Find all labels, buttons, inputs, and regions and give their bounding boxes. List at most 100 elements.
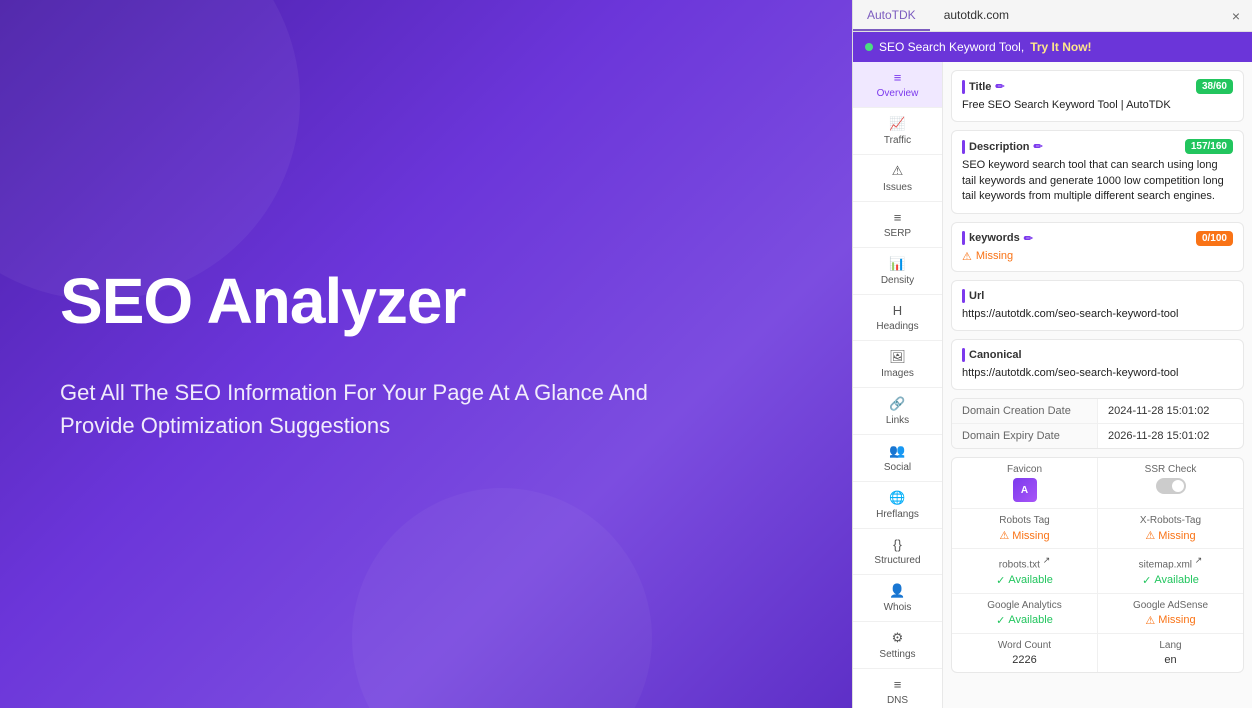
description-field-label: Description ✏ [962, 140, 1043, 154]
sidebar-label-links: Links [886, 415, 909, 426]
ssr-toggle[interactable] [1156, 478, 1186, 494]
hero-title: SEO Analyzer [60, 266, 792, 336]
canonical-field-label: Canonical [962, 348, 1233, 362]
overview-icon: ≡ [894, 70, 902, 85]
dns-icon: ≡ [894, 677, 902, 692]
keywords-edit-icon[interactable]: ✏ [1024, 232, 1033, 245]
sidebar-label-traffic: Traffic [884, 135, 911, 146]
extension-body: ≡ Overview 📈 Traffic ⚠ Issues ≡ SERP 📊 D… [853, 62, 1252, 708]
banner-link[interactable]: Try It Now! [1030, 40, 1091, 54]
sidebar-label-dns: DNS [887, 695, 908, 706]
sidebar-item-overview[interactable]: ≡ Overview [853, 62, 942, 108]
domain-creation-value: 2024-11-28 15:01:02 [1097, 399, 1243, 423]
analytics-cell: Google Analytics ✓ Available [952, 594, 1098, 633]
favicon-icon: A [1013, 478, 1037, 502]
domain-expiry-row: Domain Expiry Date 2026-11-28 15:01:02 [952, 424, 1243, 448]
sidebar-label-structured: Structured [874, 555, 920, 566]
keywords-missing: ⚠ Missing [962, 250, 1233, 263]
sidebar-item-whois[interactable]: 👤 Whois [853, 575, 942, 622]
sidebar-item-headings[interactable]: H Headings [853, 295, 942, 341]
canonical-value: https://autotdk.com/seo-search-keyword-t… [962, 366, 1233, 381]
tab-url[interactable]: autotdk.com [930, 0, 1220, 31]
check-icon-robots: ✓ [996, 574, 1005, 587]
adsense-cell: Google AdSense ⚠ Missing [1098, 594, 1243, 633]
adsense-label: Google AdSense [1108, 600, 1233, 611]
sitemap-link-icon[interactable]: ↗ [1195, 555, 1203, 565]
check-icon-analytics: ✓ [996, 614, 1005, 627]
wordcount-cell: Word Count 2226 [952, 634, 1098, 672]
settings-icon: ⚙ [892, 630, 904, 646]
hreflangs-icon: 🌐 [889, 490, 905, 506]
sidebar-item-images[interactable]: 🖼 Images [853, 341, 942, 388]
sidebar-item-social[interactable]: 👥 Social [853, 435, 942, 482]
sitemap-status: ✓ Available [1108, 574, 1233, 587]
url-field-label: Url [962, 289, 1233, 303]
sidebar-item-links[interactable]: 🔗 Links [853, 388, 942, 435]
sidebar-item-dns[interactable]: ≡ DNS [853, 669, 942, 708]
close-button[interactable]: × [1220, 0, 1252, 32]
lang-value: en [1108, 654, 1233, 666]
favicon-label: Favicon [962, 464, 1087, 475]
analytics-status: ✓ Available [962, 614, 1087, 627]
ssr-cell: SSR Check [1098, 458, 1243, 508]
title-field-header: Title ✏ 38/60 [962, 79, 1233, 94]
description-edit-icon[interactable]: ✏ [1034, 140, 1043, 153]
sidebar-item-serp[interactable]: ≡ SERP [853, 202, 942, 248]
wordcount-value: 2226 [962, 654, 1087, 666]
lang-cell: Lang en [1098, 634, 1243, 672]
serp-icon: ≡ [894, 210, 902, 225]
url-field-block: Url https://autotdk.com/seo-search-keywo… [951, 280, 1244, 331]
links-icon: 🔗 [889, 396, 905, 412]
sidebar-label-social: Social [884, 462, 911, 473]
hero-section: SEO Analyzer Get All The SEO Information… [0, 0, 852, 708]
sitemap-cell: sitemap.xml ↗ ✓ Available [1098, 549, 1243, 592]
x-robots-label: X-Robots-Tag [1108, 515, 1233, 526]
title-badge: 38/60 [1196, 79, 1233, 94]
content-panel: Title ✏ 38/60 Free SEO Search Keyword To… [943, 62, 1252, 708]
adsense-status: ⚠ Missing [1108, 614, 1233, 627]
sidebar-item-structured[interactable]: {} Structured [853, 529, 942, 575]
robots-txt-cell: robots.txt ↗ ✓ Available [952, 549, 1098, 592]
x-robots-status: ⚠ Missing [1108, 529, 1233, 542]
wordcount-lang-row: Word Count 2226 Lang en [952, 634, 1243, 672]
keywords-bar [962, 231, 965, 245]
issues-icon: ⚠ [892, 163, 904, 179]
sidebar-item-density[interactable]: 📊 Density [853, 248, 942, 295]
sidebar-label-serp: SERP [884, 228, 911, 239]
keywords-badge: 0/100 [1196, 231, 1233, 246]
sidebar-item-hreflangs[interactable]: 🌐 Hreflangs [853, 482, 942, 529]
analytics-adsense-row: Google Analytics ✓ Available Google AdSe… [952, 594, 1243, 634]
tab-autotdk[interactable]: AutoTDK [853, 0, 930, 31]
extension-header: AutoTDK autotdk.com × [853, 0, 1252, 32]
check-icon-sitemap: ✓ [1142, 574, 1151, 587]
sidebar-label-settings: Settings [879, 649, 915, 660]
info-grid: Favicon A SSR Check Robots Tag ⚠ Missin [951, 457, 1244, 672]
robots-txt-link-icon[interactable]: ↗ [1043, 555, 1051, 565]
robots-sitemap-row: robots.txt ↗ ✓ Available sitemap.xml ↗ [952, 549, 1243, 593]
analytics-label: Google Analytics [962, 600, 1087, 611]
sidebar-label-density: Density [881, 275, 914, 286]
robots-txt-status: ✓ Available [962, 574, 1087, 587]
robots-txt-label: robots.txt ↗ [962, 555, 1087, 570]
warning-icon-adsense: ⚠ [1145, 614, 1155, 627]
sidebar-label-images: Images [881, 368, 914, 379]
keywords-field-label: keywords ✏ [962, 231, 1033, 245]
url-bar [962, 289, 965, 303]
description-value: SEO keyword search tool that can search … [962, 158, 1233, 204]
title-field-label: Title ✏ [962, 80, 1005, 94]
sidebar-item-traffic[interactable]: 📈 Traffic [853, 108, 942, 155]
sidebar-item-settings[interactable]: ⚙ Settings [853, 622, 942, 669]
robots-tag-cell: Robots Tag ⚠ Missing [952, 509, 1098, 548]
title-value: Free SEO Search Keyword Tool | AutoTDK [962, 98, 1233, 113]
keywords-field-block: keywords ✏ 0/100 ⚠ Missing [951, 222, 1244, 272]
headings-icon: H [893, 303, 902, 318]
social-icon: 👥 [889, 443, 905, 459]
title-edit-icon[interactable]: ✏ [995, 80, 1004, 93]
keywords-field-header: keywords ✏ 0/100 [962, 231, 1233, 246]
whois-icon: 👤 [889, 583, 905, 599]
sidebar-item-issues[interactable]: ⚠ Issues [853, 155, 942, 202]
wordcount-label: Word Count [962, 640, 1087, 651]
banner-text: SEO Search Keyword Tool, [879, 40, 1024, 54]
favicon-ssr-row: Favicon A SSR Check [952, 458, 1243, 509]
url-value: https://autotdk.com/seo-search-keyword-t… [962, 307, 1233, 322]
